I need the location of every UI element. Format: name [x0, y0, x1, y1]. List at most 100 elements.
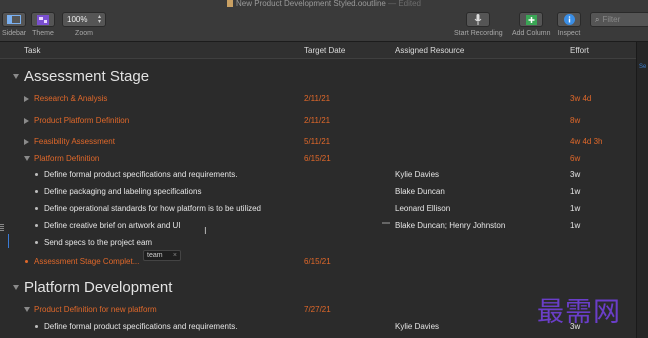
task-cell[interactable]: Define operational standards for how pla… [44, 204, 261, 213]
sidebar-icon [2, 12, 27, 27]
column-effort[interactable]: Effort [570, 46, 589, 55]
theme-icon [31, 12, 55, 27]
inspect-button[interactable]: Inspect [557, 12, 581, 37]
zoom-select[interactable]: 100% ▴ ▾ [62, 12, 106, 27]
theme-label: Theme [32, 30, 54, 37]
selection-indicator [8, 234, 9, 248]
toolbar: New Product Development Styled.ooutline … [0, 0, 648, 42]
task-row[interactable]: Send specs to the project eam [0, 234, 636, 251]
task-cell[interactable]: Assessment Stage [24, 68, 149, 85]
autocomplete-popup[interactable]: team × [143, 250, 181, 261]
add-column-icon [519, 12, 544, 27]
task-cell[interactable]: Research & Analysis [34, 94, 107, 103]
effort-cell[interactable]: 1w [570, 204, 580, 213]
bullet-icon[interactable] [35, 241, 38, 244]
assigned-resource-cell[interactable]: Kylie Davies [395, 322, 439, 331]
group-row[interactable]: Platform Definition 6/15/21 6w [0, 150, 636, 167]
effort-cell[interactable]: 1w [570, 187, 580, 196]
task-cell[interactable]: Define formal product specifications and… [44, 322, 237, 331]
watermark: 最需网 [537, 297, 621, 328]
task-cell[interactable]: Define creative brief on artwork and UI [44, 221, 181, 230]
filter-placeholder: Filter [602, 15, 621, 24]
bullet-icon[interactable] [35, 190, 38, 193]
effort-cell[interactable]: 3w 4d [570, 94, 591, 103]
bullet-icon[interactable] [35, 207, 38, 210]
task-cell[interactable]: Platform Development [24, 279, 172, 296]
target-date-cell[interactable]: 2/11/21 [304, 116, 330, 125]
column-target-date[interactable]: Target Date [304, 46, 345, 55]
disclosure-expanded-icon[interactable] [13, 285, 19, 290]
assigned-resource-cell[interactable]: Leonard Ellison [395, 204, 450, 213]
close-icon[interactable]: × [173, 251, 177, 260]
drag-handle-icon[interactable] [0, 224, 4, 231]
target-date-cell[interactable]: 5/11/21 [304, 137, 330, 146]
text-cursor-icon: I [204, 226, 207, 237]
disclosure-collapsed-icon[interactable] [24, 96, 29, 102]
task-row[interactable]: Define formal product specifications and… [0, 166, 636, 183]
group-row[interactable]: Product Platform Definition 2/11/21 8w [0, 110, 636, 131]
zoom-control[interactable]: 100% ▴ ▾ Zoom [62, 12, 106, 37]
effort-cell[interactable]: 4w 4d 3h [570, 137, 602, 146]
search-icon: ⌕ [595, 14, 600, 24]
effort-cell[interactable]: 6w [570, 154, 580, 163]
effort-cell[interactable]: 1w [570, 221, 580, 230]
task-cell[interactable]: Platform Definition [34, 154, 99, 163]
task-cell[interactable]: Product Definition for new platform [34, 305, 157, 314]
add-column-label: Add Column [512, 30, 551, 37]
sidebar-label: Sidebar [2, 30, 27, 37]
column-resize-handle[interactable] [382, 222, 390, 224]
assigned-resource-cell[interactable]: Kylie Davies [395, 170, 439, 179]
group-row[interactable]: Feasibility Assessment 5/11/21 4w 4d 3h [0, 131, 636, 152]
task-cell[interactable]: Feasibility Assessment [34, 137, 115, 146]
sidebar-button[interactable]: Sidebar [2, 12, 26, 37]
filter-input[interactable]: ⌕ Filter [590, 12, 648, 27]
column-header: Task Target Date Assigned Resource Effor… [0, 42, 636, 59]
task-row[interactable]: Define creative brief on artwork and UI B… [0, 217, 636, 234]
inspect-label: Inspect [557, 30, 581, 37]
target-date-cell[interactable]: 2/11/21 [304, 94, 330, 103]
assigned-resource-cell[interactable]: Blake Duncan [395, 187, 445, 196]
bullet-icon[interactable] [35, 173, 38, 176]
section-row[interactable]: Assessment Stage [0, 64, 636, 89]
zoom-value: 100% [67, 15, 88, 24]
add-column-button[interactable]: Add Column [512, 12, 551, 37]
document-icon [227, 0, 233, 7]
disclosure-expanded-icon[interactable] [13, 74, 19, 79]
task-cell[interactable]: Define packaging and labeling specificat… [44, 187, 201, 196]
window-title: New Product Development Styled.ooutline … [0, 0, 648, 8]
disclosure-expanded-icon[interactable] [24, 156, 30, 161]
window-title-text: New Product Development Styled.ooutline [236, 0, 386, 8]
start-recording-label: Start Recording [454, 30, 503, 37]
microphone-icon [466, 12, 491, 27]
bullet-icon[interactable] [25, 260, 28, 263]
autocomplete-suggestion[interactable]: team [147, 252, 163, 259]
group-row[interactable]: Research & Analysis 2/11/21 3w 4d [0, 88, 636, 109]
inspector-tab[interactable]: Se [639, 64, 646, 70]
effort-cell[interactable]: 3w [570, 170, 580, 179]
task-cell[interactable]: Send specs to the project eam [44, 238, 152, 247]
target-date-cell[interactable]: 6/15/21 [304, 257, 331, 266]
assigned-resource-cell[interactable]: Blake Duncan; Henry Johnston [395, 221, 505, 230]
effort-cell[interactable]: 8w [570, 116, 580, 125]
disclosure-collapsed-icon[interactable] [24, 139, 29, 145]
start-recording-button[interactable]: Start Recording [454, 12, 503, 37]
target-date-cell[interactable]: 6/15/21 [304, 154, 331, 163]
task-cell[interactable]: Assessment Stage Complet... [34, 257, 139, 266]
target-date-cell[interactable]: 7/27/21 [304, 305, 331, 314]
bullet-icon[interactable] [35, 325, 38, 328]
bullet-icon[interactable] [35, 224, 38, 227]
task-cell[interactable]: Product Platform Definition [34, 116, 129, 125]
disclosure-collapsed-icon[interactable] [24, 118, 29, 124]
task-cell[interactable]: Define formal product specifications and… [44, 170, 237, 179]
zoom-label: Zoom [75, 30, 93, 37]
disclosure-expanded-icon[interactable] [24, 307, 30, 312]
group-row[interactable]: Assessment Stage Complet... 6/15/21 [0, 252, 636, 271]
window-edited-status: — Edited [388, 0, 421, 8]
column-assigned-resource[interactable]: Assigned Resource [395, 46, 464, 55]
info-icon [557, 12, 581, 27]
task-row[interactable]: Define operational standards for how pla… [0, 200, 636, 217]
column-task[interactable]: Task [24, 46, 40, 55]
inspector-sidebar: Se [636, 42, 648, 338]
task-row[interactable]: Define packaging and labeling specificat… [0, 183, 636, 200]
theme-button[interactable]: Theme [31, 12, 55, 37]
